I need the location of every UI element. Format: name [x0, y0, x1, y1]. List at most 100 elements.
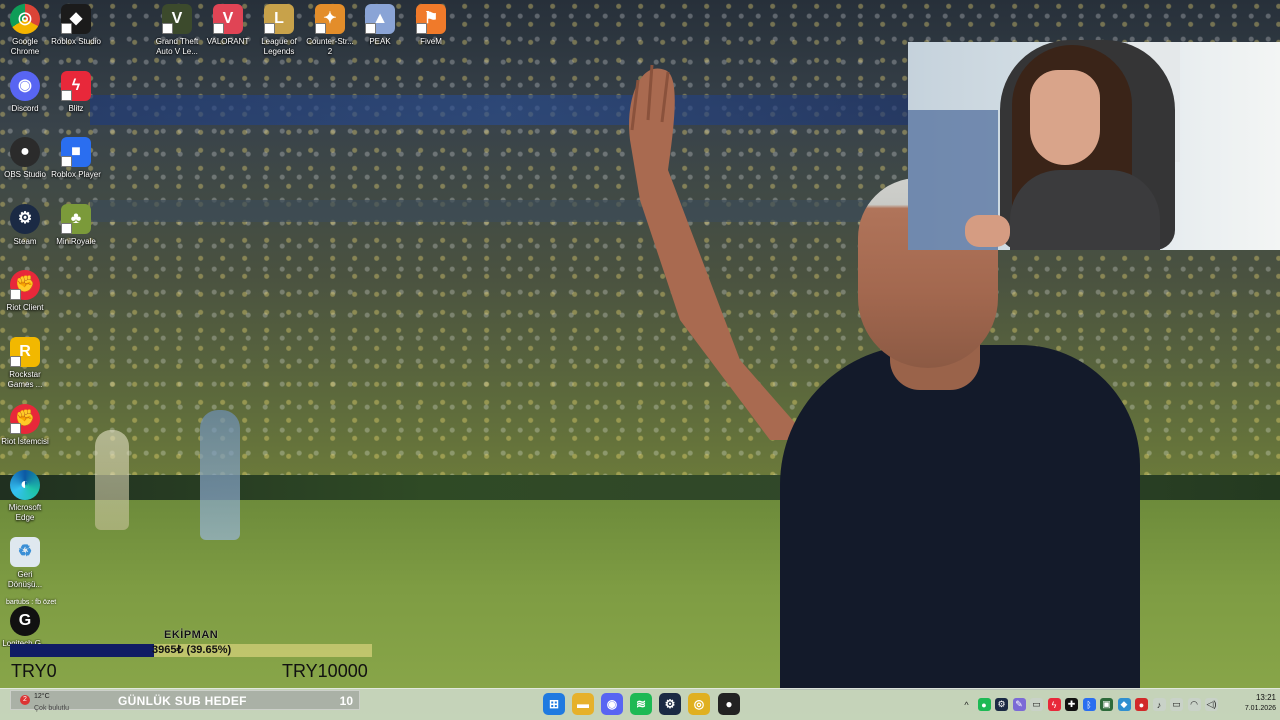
crosshair-icon[interactable]: ✚ — [1065, 698, 1078, 711]
cs2-icon: ✦ — [315, 4, 345, 34]
blitz-tray-icon[interactable]: ϟ — [1047, 698, 1061, 711]
desktop-icon-label: PEAK — [369, 37, 391, 46]
clock-time: 13:21 — [1255, 693, 1276, 702]
obs-icon: ● — [10, 137, 40, 167]
desktop-icon-valorant[interactable]: V VALORANT — [203, 4, 253, 47]
desktop-icon-label: Blitz — [68, 104, 84, 113]
chrome-icon: ◎ — [693, 697, 705, 711]
goal-label: EKİPMAN — [164, 629, 219, 641]
goal-progress-fill — [10, 644, 154, 657]
pen-icon[interactable]: ✎ — [1012, 698, 1026, 711]
roblox-studio-icon: ◆ — [61, 4, 91, 34]
discord-icon: ◉ — [606, 697, 618, 711]
desktop-icon-label: Roblox Studio — [51, 37, 101, 46]
raised-arm — [629, 64, 810, 440]
taskbar-spotify[interactable]: ≋ — [630, 693, 652, 715]
desktop-icon-fivem[interactable]: ⚑ FiveM — [406, 4, 456, 47]
taskbar-chrome[interactable]: ◎ — [688, 693, 710, 715]
sub-goal-label: GÜNLÜK SUB HEDEF — [118, 694, 247, 708]
overlay-caption: bartubs : fb özet — [6, 599, 57, 606]
chrome-icon: ◎ — [10, 4, 40, 34]
steam-icon: ⚙ — [10, 204, 40, 234]
weather-temp: 12°C — [34, 693, 50, 700]
desktop-icon-roblox-studio[interactable]: ◆ Roblox Studio — [51, 4, 101, 47]
volume-icon[interactable]: ◁) — [1205, 698, 1218, 711]
desktop-icon-edge[interactable]: ◐ Microsoft Edge — [0, 470, 50, 523]
desktop-icon-miniroyale[interactable]: ♣ MiniRoyale — [51, 204, 101, 247]
steam-tray-icon[interactable]: ⚙ — [995, 698, 1008, 711]
man-shirt — [780, 345, 1140, 690]
notification-badge: 2 — [20, 695, 30, 705]
desktop-icon-cs2[interactable]: ✦ Counter-Str... 2 — [305, 4, 355, 57]
desktop-icon-recycle-bin[interactable]: ♻ Geri Dönüşü... — [0, 537, 50, 590]
taskbar-start-button[interactable]: ⊞ — [543, 693, 565, 715]
desktop-icon-riot-client[interactable]: ✊ Riot Client — [0, 270, 50, 313]
chevron-up-icon[interactable]: ^ — [960, 698, 973, 711]
network-icon[interactable]: ▭ — [1170, 698, 1183, 711]
gta-icon: V — [162, 4, 192, 34]
desktop-icon-logitech-g[interactable]: G Logitech G... — [0, 606, 50, 647]
goal-min: TRY0 — [11, 661, 57, 681]
taskbar-discord[interactable]: ◉ — [601, 693, 623, 715]
desktop-icon-rockstar[interactable]: R Rockstar Games ... — [0, 337, 50, 390]
weather-desc: Çok bulutlu — [34, 705, 70, 712]
riot-istemcisi-icon: ✊ — [10, 404, 40, 434]
desktop-icon-label: Rockstar Games ... — [7, 370, 43, 389]
desktop-icon-label: FiveM — [420, 37, 442, 46]
desktop-icon-roblox-player[interactable]: ■ Roblox Player — [51, 137, 101, 180]
taskbar-steam[interactable]: ⚙ — [659, 693, 681, 715]
edge-icon: ◐ — [10, 470, 40, 500]
desktop-icon-label: OBS Studio — [4, 170, 46, 179]
riot-client-icon: ✊ — [10, 270, 40, 300]
peak-icon: ▲ — [365, 4, 395, 34]
desktop-icon-chrome[interactable]: ◎ Google Chrome — [0, 4, 50, 57]
wifi-icon[interactable]: ◠ — [1187, 698, 1201, 711]
desktop-icon-label: Microsoft Edge — [8, 503, 42, 522]
windows-icon: ⊞ — [548, 697, 560, 711]
rockstar-icon: R — [10, 337, 40, 367]
desktop-icon-peak[interactable]: ▲ PEAK — [355, 4, 405, 47]
streamer-shirt — [1010, 170, 1160, 250]
mic-icon[interactable]: ♪ — [1152, 698, 1166, 711]
desktop-icon-label: VALORANT — [206, 37, 250, 46]
desktop-icon-blitz[interactable]: ϟ Blitz — [51, 71, 101, 114]
desktop-icon-obs[interactable]: ● OBS Studio — [0, 137, 50, 180]
bluetooth-icon[interactable]: ᛒ — [1082, 698, 1096, 711]
taskbar-file-explorer[interactable]: ▬ — [572, 693, 594, 715]
desktop-icon-label: Geri Dönüşü... — [7, 570, 43, 589]
background-player — [95, 430, 129, 530]
desktop-icon-label: Steam — [13, 237, 37, 246]
logitech-g-icon: G — [10, 606, 40, 636]
blitz-icon: ϟ — [61, 71, 91, 101]
taskbar-clock[interactable]: 13:21 7.01.2026 — [1226, 692, 1276, 714]
record-icon[interactable]: ● — [1135, 698, 1148, 711]
roblox-player-icon: ■ — [61, 137, 91, 167]
desktop-icon-label: MiniRoyale — [56, 237, 96, 246]
desktop-icon-league[interactable]: L League of Legends — [254, 4, 304, 57]
desktop-icon-discord[interactable]: ◉ Discord — [0, 71, 50, 114]
green-app-icon[interactable]: ● — [977, 698, 991, 711]
desktop-icon-label: Riot Client — [6, 303, 44, 312]
desktop-icon-label: Roblox Player — [51, 170, 101, 179]
shield-icon[interactable]: ◆ — [1117, 698, 1131, 711]
desktop-icon-steam[interactable]: ⚙ Steam — [0, 204, 50, 247]
league-icon: L — [264, 4, 294, 34]
desktop-icon-riot-istemcisi[interactable]: ✊ Riot İstemcisi — [0, 404, 50, 447]
fivem-icon: ⚑ — [416, 4, 446, 34]
desktop-icon-label: Riot İstemcisi — [1, 437, 49, 446]
recycle-bin-icon: ♻ — [10, 537, 40, 567]
obs-icon: ● — [725, 697, 733, 711]
desktop-icon-label: Google Chrome — [10, 37, 40, 56]
clock-date: 7.01.2026 — [1244, 705, 1276, 712]
taskbar-obs[interactable]: ● — [718, 693, 740, 715]
steam-icon: ⚙ — [664, 697, 676, 711]
streamer-face — [1030, 70, 1100, 165]
weather-widget[interactable]: 2 12°C Çok bulutlu — [10, 690, 90, 718]
car-icon[interactable]: ▭ — [1030, 698, 1043, 711]
goal-max: TRY10000 — [282, 661, 368, 681]
monitor-icon[interactable]: ▣ — [1100, 698, 1113, 711]
desktop-icon-gta[interactable]: V Grand Theft Auto V Le... — [152, 4, 202, 57]
desktop-icon-label: League of Legends — [261, 37, 297, 56]
streamer-hand — [965, 215, 1010, 247]
sub-goal-count: 10 — [339, 694, 353, 708]
